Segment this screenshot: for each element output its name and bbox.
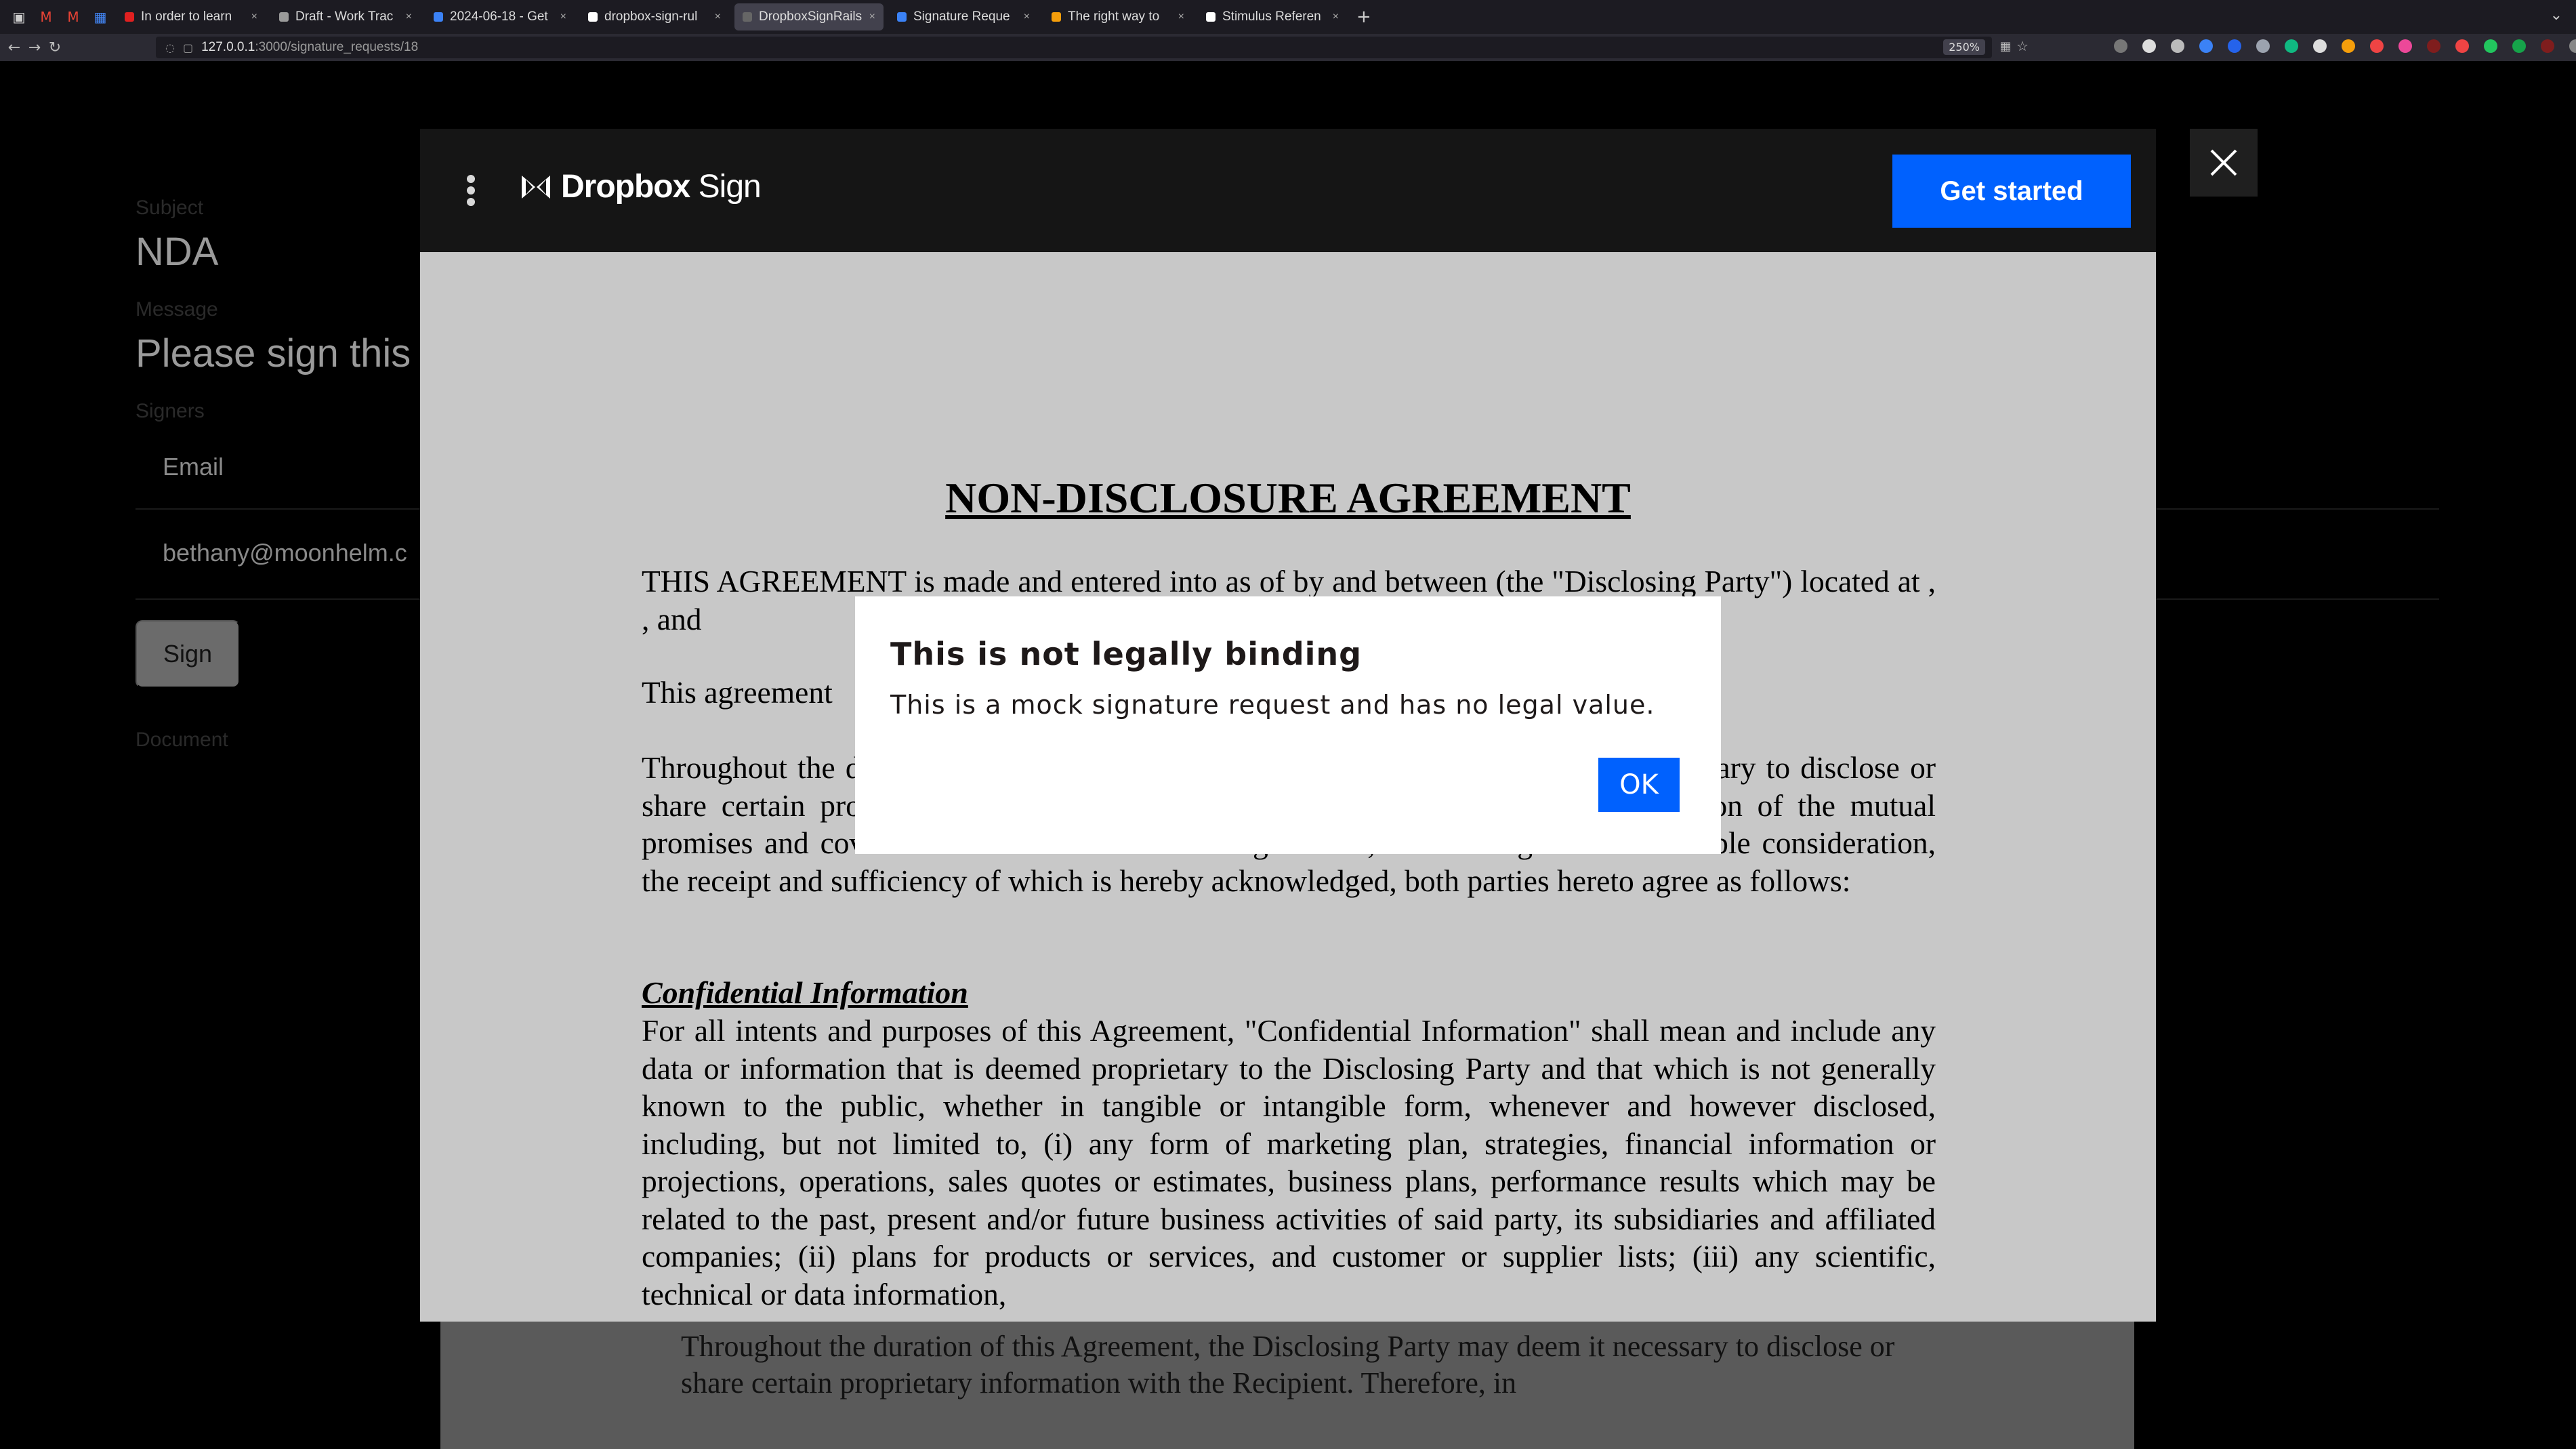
extension-icon[interactable] (2370, 39, 2384, 53)
dropbox-sign-logo: Dropbox Sign (520, 168, 762, 205)
extension-icon[interactable] (2313, 39, 2327, 53)
gmail-pinned-tab-icon[interactable]: M (33, 0, 60, 34)
tab-label: Draft - Work Trac (295, 9, 394, 24)
browser-nav-bar: ← → ↻ ◌ ▢ 127.0.0.1:3000/signature_reque… (0, 34, 2576, 61)
extension-icon[interactable] (2569, 39, 2576, 53)
extension-icon[interactable] (2171, 39, 2184, 53)
browser-tab[interactable]: Signature Reque × (889, 3, 1038, 30)
zoom-level[interactable]: 250% (1943, 39, 1985, 55)
extension-icon[interactable] (2142, 39, 2156, 53)
tab-label: 2024-06-18 - Get (450, 9, 548, 24)
extension-icon[interactable] (2541, 39, 2554, 53)
tab-label: The right way to (1068, 9, 1160, 24)
tab-label: In order to learn (141, 9, 232, 24)
close-icon (2210, 149, 2237, 176)
get-started-button[interactable]: Get started (1892, 155, 2131, 228)
browser-tab[interactable]: dropbox-sign-rul × (580, 3, 729, 30)
extension-icon[interactable] (2199, 39, 2213, 53)
tab-favicon-icon (434, 12, 443, 22)
address-bar[interactable]: ◌ ▢ 127.0.0.1:3000/signature_requests/18… (156, 37, 1992, 58)
bookmark-star-icon[interactable]: ☆ (2012, 38, 2033, 54)
browser-tab[interactable]: Stimulus Referen × (1198, 3, 1347, 30)
document-title-text: NON-DISCLOSURE AGREEMENT (945, 474, 1631, 522)
message-value: Please sign this (136, 331, 411, 375)
tab-favicon-icon (897, 12, 907, 22)
extension-icon[interactable] (2512, 39, 2526, 53)
tab-close-icon[interactable]: × (251, 11, 257, 23)
tab-overview-icon[interactable]: ▣ (5, 0, 33, 34)
tab-close-icon[interactable]: × (715, 11, 721, 23)
document-label: Document (136, 729, 228, 751)
tab-list-chevron-icon[interactable]: ⌄ (2550, 7, 2562, 24)
reload-icon[interactable]: ↻ (45, 39, 65, 56)
signer-email: bethany@moonhelm.c (163, 539, 407, 567)
calendar-pinned-tab-icon[interactable]: ▦ (87, 0, 114, 34)
tab-close-icon[interactable]: × (1024, 11, 1030, 23)
extension-icon[interactable] (2285, 39, 2298, 53)
tab-favicon-icon (279, 12, 289, 22)
extension-icon[interactable] (2256, 39, 2270, 53)
tab-label: DropboxSignRailsD (759, 9, 863, 24)
tab-favicon-icon (1052, 12, 1061, 22)
ok-button[interactable]: OK (1598, 758, 1680, 812)
sign-button[interactable]: Sign (136, 620, 240, 688)
tab-favicon-icon (743, 12, 752, 22)
extension-icon[interactable] (2484, 39, 2497, 53)
browser-tab-bar: ▣ M M ▦ In order to learn × Draft - Work T… (0, 0, 2576, 34)
tab-close-icon[interactable]: × (560, 11, 566, 23)
document-paragraph: For all intents and purposes of this Agr… (642, 1013, 1936, 1311)
section-heading: Confidential Information (642, 975, 968, 1010)
extension-icon[interactable] (2228, 39, 2241, 53)
dialog-message: This is a mock signature request and has… (890, 690, 1655, 720)
extension-icon[interactable] (2427, 39, 2440, 53)
subject-value: NDA (136, 230, 219, 274)
subject-label: Subject (136, 197, 204, 219)
gmail-pinned-tab-icon-2[interactable]: M (60, 0, 87, 34)
more-options-icon[interactable] (466, 175, 476, 206)
forward-arrow-icon[interactable]: → (24, 39, 45, 56)
tab-label: dropbox-sign-rul (604, 9, 698, 24)
browser-tab[interactable]: Draft - Work Trac × (271, 3, 420, 30)
page-info-icon[interactable]: ▢ (183, 41, 193, 54)
shield-icon[interactable]: ◌ (165, 41, 175, 54)
tab-close-icon[interactable]: × (1178, 11, 1184, 23)
email-column-header: Email (163, 453, 224, 481)
tab-label: Signature Reque (913, 9, 1010, 24)
dropbox-logo-icon (522, 175, 550, 199)
brand-name: Dropbox Sign (561, 169, 762, 205)
close-modal-button[interactable] (2190, 129, 2258, 197)
url-text: 127.0.0.1:3000/signature_requests/18 (201, 40, 419, 54)
back-arrow-icon[interactable]: ← (4, 39, 24, 56)
modal-header: Dropbox Sign Get started (420, 129, 2156, 252)
tab-close-icon[interactable]: × (406, 11, 412, 23)
extension-icon[interactable] (2455, 39, 2469, 53)
dialog-title: This is not legally binding (890, 636, 1363, 672)
new-tab-button[interactable]: + (1356, 7, 1371, 27)
extension-icon[interactable] (2398, 39, 2412, 53)
tab-favicon-icon (1206, 12, 1216, 22)
extension-toolbar (2114, 39, 2576, 53)
browser-tab[interactable]: 2024-06-18 - Get × (425, 3, 575, 30)
tab-favicon-icon (125, 12, 134, 22)
tab-close-icon[interactable]: × (869, 11, 875, 23)
signers-label: Signers (136, 400, 205, 422)
browser-tab[interactable]: In order to learn × (117, 3, 266, 30)
extension-icon[interactable] (2114, 39, 2127, 53)
tab-close-icon[interactable]: × (1333, 11, 1339, 23)
document-preview-text: Throughout the duration of this Agreemen… (681, 1330, 1895, 1400)
tab-favicon-icon (588, 12, 598, 22)
message-label: Message (136, 298, 218, 321)
extension-icon[interactable] (2342, 39, 2355, 53)
browser-tab[interactable]: The right way to × (1043, 3, 1192, 30)
tab-label: Stimulus Referen (1222, 9, 1321, 24)
not-legally-binding-dialog: This is not legally binding This is a mo… (855, 596, 1721, 854)
browser-tab[interactable]: DropboxSignRailsD × (734, 3, 884, 30)
